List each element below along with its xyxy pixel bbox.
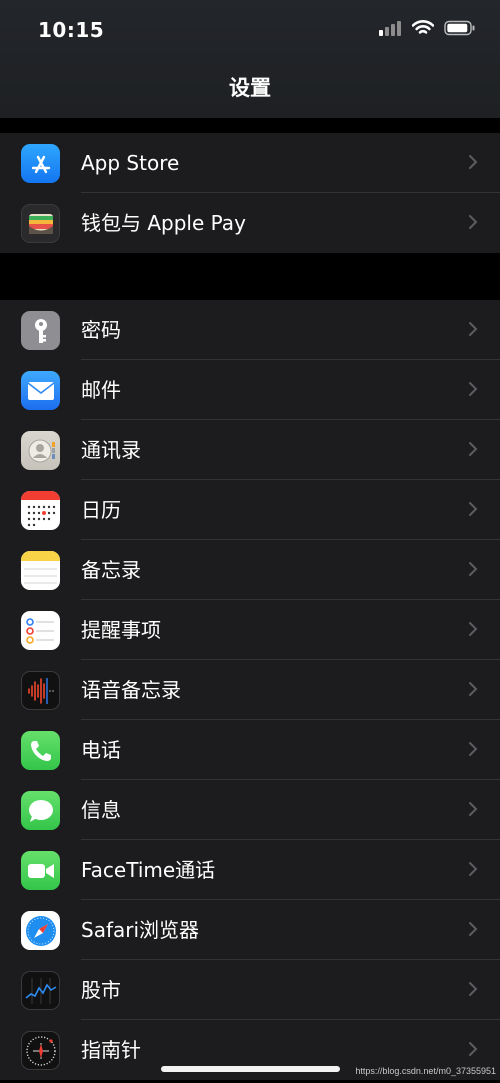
status-bar: 10:15 — [0, 0, 500, 62]
settings-row-app-store[interactable]: App Store — [0, 133, 500, 193]
settings-row-mail[interactable]: 邮件 — [0, 360, 500, 420]
chevron-right-icon — [469, 215, 478, 229]
settings-row-label: 提醒事项 — [81, 618, 161, 642]
settings-row-label: 通讯录 — [81, 438, 141, 462]
settings-row-label: 语音备忘录 — [81, 678, 181, 702]
chevron-right-icon — [469, 622, 478, 636]
chevron-right-icon — [469, 682, 478, 696]
battery-icon — [444, 20, 475, 36]
key-icon — [21, 311, 60, 350]
messages-icon — [21, 791, 60, 830]
settings-row-voice-memos[interactable]: 语音备忘录 — [0, 660, 500, 720]
wallet-icon — [21, 204, 60, 243]
home-indicator[interactable] — [161, 1066, 340, 1072]
facetime-icon — [21, 851, 60, 890]
compass-icon — [21, 1031, 60, 1070]
mail-icon — [21, 371, 60, 410]
settings-row-passwords[interactable]: 密码 — [0, 300, 500, 360]
settings-row-label: 股市 — [81, 978, 121, 1002]
chevron-right-icon — [469, 862, 478, 876]
settings-row-label: 密码 — [81, 318, 121, 342]
chevron-right-icon — [469, 1042, 478, 1056]
settings-row-label: Safari浏览器 — [81, 918, 200, 942]
settings-row-wallet[interactable]: 钱包与 Apple Pay — [0, 193, 500, 253]
notes-icon — [21, 551, 60, 590]
safari-icon — [21, 911, 60, 950]
watermark: https://blog.csdn.net/m0_37355951 — [355, 1066, 496, 1076]
chevron-right-icon — [469, 382, 478, 396]
settings-row-label: 邮件 — [81, 378, 121, 402]
settings-row-label: 信息 — [81, 798, 121, 822]
chevron-right-icon — [469, 922, 478, 936]
chevron-right-icon — [469, 322, 478, 336]
page-title: 设置 — [229, 76, 271, 100]
settings-row-safari[interactable]: Safari浏览器 — [0, 900, 500, 960]
settings-row-label: 电话 — [81, 738, 121, 762]
stocks-icon — [21, 971, 60, 1010]
chevron-right-icon — [469, 802, 478, 816]
phone-icon — [21, 731, 60, 770]
voice-memos-icon — [21, 671, 60, 710]
settings-row-facetime[interactable]: FaceTime通话 — [0, 840, 500, 900]
chevron-right-icon — [469, 742, 478, 756]
calendar-icon — [21, 491, 60, 530]
status-icons — [378, 20, 476, 36]
chevron-right-icon — [469, 442, 478, 456]
settings-row-phone[interactable]: 电话 — [0, 720, 500, 780]
settings-group-apps: 密码 邮件 通讯录 日历 备忘录 提醒事项 语音备忘录 电话 信息 FaceTi… — [0, 300, 500, 1080]
settings-group-store: App Store 钱包与 Apple Pay — [0, 133, 500, 253]
settings-row-label: App Store — [81, 151, 180, 175]
settings-row-calendar[interactable]: 日历 — [0, 480, 500, 540]
settings-row-label: 指南针 — [81, 1038, 141, 1062]
chevron-right-icon — [469, 502, 478, 516]
settings-row-label: FaceTime通话 — [81, 858, 216, 882]
settings-row-label: 钱包与 Apple Pay — [81, 211, 246, 235]
status-time: 10:15 — [38, 18, 105, 42]
wifi-icon — [412, 20, 434, 34]
settings-row-notes[interactable]: 备忘录 — [0, 540, 500, 600]
contacts-icon — [21, 431, 60, 470]
settings-row-stocks[interactable]: 股市 — [0, 960, 500, 1020]
settings-row-label: 日历 — [81, 498, 121, 522]
settings-row-label: 备忘录 — [81, 558, 141, 582]
chevron-right-icon — [469, 982, 478, 996]
cellular-signal-icon — [379, 21, 401, 36]
app-store-icon — [21, 144, 60, 183]
chevron-right-icon — [469, 562, 478, 576]
reminders-icon — [21, 611, 60, 650]
settings-row-reminders[interactable]: 提醒事项 — [0, 600, 500, 660]
settings-row-contacts[interactable]: 通讯录 — [0, 420, 500, 480]
chevron-right-icon — [469, 155, 478, 169]
settings-row-messages[interactable]: 信息 — [0, 780, 500, 840]
